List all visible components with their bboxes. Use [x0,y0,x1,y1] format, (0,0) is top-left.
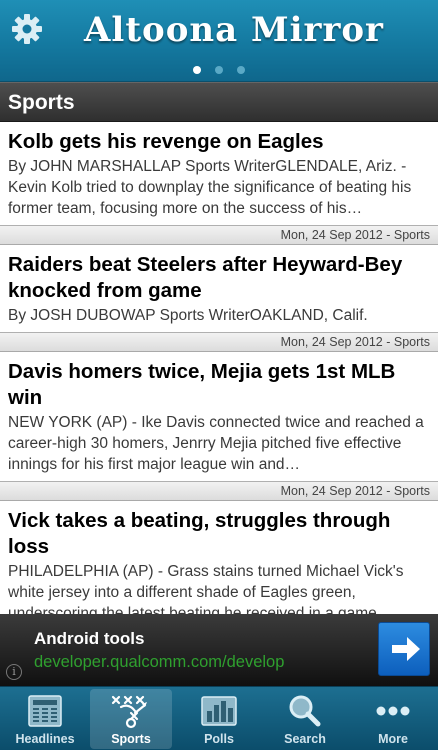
magnifier-icon [289,695,321,727]
bar-chart-icon [201,696,237,726]
article-list[interactable]: Kolb gets his revenge on Eagles By JOHN … [0,122,438,614]
section-title: Sports [8,91,75,114]
tab-label: More [378,732,408,746]
tab-more[interactable]: More [352,689,434,749]
tab-label: Polls [204,732,234,746]
newspaper-icon [28,695,62,727]
page-dot[interactable] [215,66,223,74]
article-summary: PHILADELPHIA (AP) - Grass stains turned … [8,563,404,614]
article-meta: Mon, 24 Sep 2012 - Sports [0,332,438,352]
tab-label: Search [284,732,326,746]
article-title[interactable]: Kolb gets his revenge on Eagles [8,129,430,155]
page-indicator[interactable] [0,66,438,76]
article-item[interactable]: Kolb gets his revenge on Eagles By JOHN … [0,122,438,219]
tab-search[interactable]: Search [264,689,346,749]
ad-open-button[interactable] [378,622,430,676]
tab-headlines[interactable]: Headlines [4,689,86,749]
info-icon[interactable]: i [6,664,22,680]
article-item[interactable]: Raiders beat Steelers after Heyward-Bey … [0,245,438,326]
app-header: Altoona Mirror [0,0,438,82]
page-dot[interactable] [193,66,201,74]
article-summary: By JOHN MARSHALLAP Sports WriterGLENDALE… [8,158,412,217]
tab-sports[interactable]: Sports [90,689,172,749]
more-dots-icon [376,706,410,716]
tab-polls[interactable]: Polls [178,689,260,749]
masthead-title: Altoona Mirror [84,10,384,50]
article-item[interactable]: Davis homers twice, Mejia gets 1st MLB w… [0,352,438,475]
section-bar: Sports [0,82,438,122]
tab-label: Headlines [15,732,75,746]
ad-title[interactable]: Android tools [34,629,144,649]
article-item[interactable]: Vick takes a beating, struggles through … [0,501,438,614]
article-title[interactable]: Raiders beat Steelers after Heyward-Bey … [8,252,430,304]
article-summary: By JOSH DUBOWAP Sports WriterOAKLAND, Ca… [8,307,368,324]
gear-icon[interactable] [10,12,44,46]
arrow-right-icon [392,637,420,661]
article-meta: Mon, 24 Sep 2012 - Sports [0,225,438,245]
playbook-icon [111,695,147,729]
ad-banner[interactable]: Android tools developer.qualcomm.com/dev… [0,614,438,686]
article-title[interactable]: Vick takes a beating, struggles through … [8,508,430,560]
article-title[interactable]: Davis homers twice, Mejia gets 1st MLB w… [8,359,430,411]
article-meta: Mon, 24 Sep 2012 - Sports [0,481,438,501]
tab-bar: Headlines Sports Polls Search More [0,686,438,750]
article-summary: NEW YORK (AP) - Ike Davis connected twic… [8,414,424,473]
ad-url[interactable]: developer.qualcomm.com/develop [34,653,284,672]
page-dot[interactable] [237,66,245,74]
tab-label: Sports [111,732,151,746]
